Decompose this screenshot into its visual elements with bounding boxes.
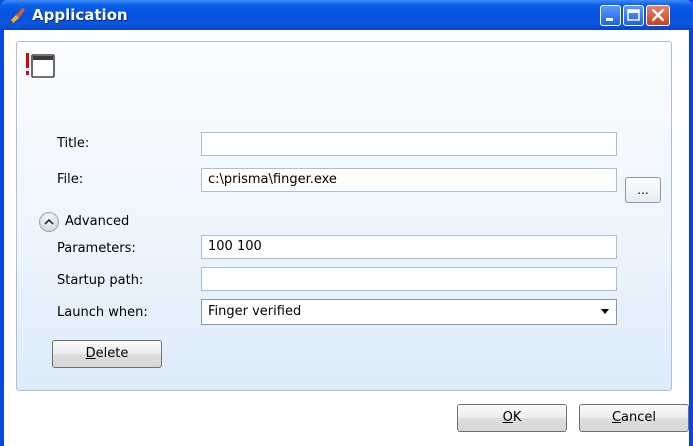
dialog-body: Title: File: c:\prisma\finger.exe ... Ad… (4, 30, 689, 446)
title-bar[interactable]: Application (0, 0, 693, 30)
paint-brush-icon (9, 8, 25, 23)
window-title: Application (32, 6, 128, 24)
minimize-icon (606, 18, 613, 21)
advanced-toggle-button[interactable] (39, 212, 59, 232)
maximize-button[interactable] (623, 5, 644, 26)
cancel-button[interactable]: Cancel (579, 404, 689, 432)
ok-button[interactable]: OK (457, 404, 567, 432)
minimize-button[interactable] (600, 5, 621, 26)
close-button[interactable] (646, 5, 670, 26)
application-window: Application Title: File: c:\prisma\finge… (0, 0, 693, 446)
launch-when-value: Finger verified (208, 304, 302, 319)
file-label: File: (57, 172, 84, 187)
file-input[interactable]: c:\prisma\finger.exe (201, 168, 617, 192)
startup-path-input[interactable] (201, 267, 617, 291)
title-label: Title: (57, 136, 90, 151)
parameters-label: Parameters: (57, 241, 136, 256)
window-warning-icon (26, 53, 55, 78)
title-input[interactable] (201, 132, 617, 156)
maximize-icon (627, 9, 640, 21)
browse-button[interactable]: ... (625, 177, 661, 203)
close-icon (651, 8, 665, 22)
caret-down-icon (601, 309, 609, 314)
advanced-label[interactable]: Advanced (65, 212, 129, 232)
application-panel: Title: File: c:\prisma\finger.exe ... Ad… (16, 41, 672, 391)
startup-path-label: Startup path: (57, 273, 144, 288)
delete-button[interactable]: Delete (52, 340, 162, 368)
parameters-input[interactable]: 100 100 (201, 235, 617, 259)
launch-when-label: Launch when: (57, 305, 148, 320)
launch-when-select[interactable]: Finger verified (201, 299, 617, 325)
chevron-up-icon (44, 218, 54, 225)
